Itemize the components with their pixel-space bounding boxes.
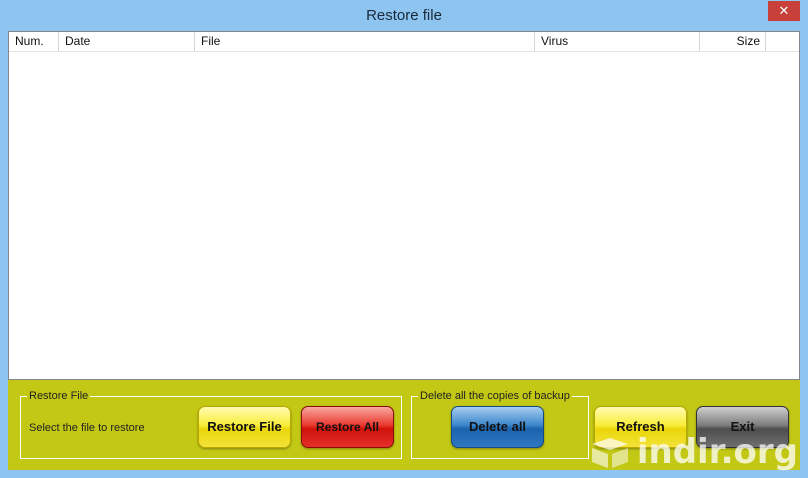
watermark-logo-icon bbox=[592, 438, 628, 468]
backup-file-list[interactable]: Num. Date File Virus Size bbox=[8, 31, 800, 380]
client-area: Num. Date File Virus Size Restore File S… bbox=[8, 31, 800, 470]
title-bar[interactable]: Restore file ✕ bbox=[0, 0, 808, 31]
restore-file-window: Restore file ✕ Num. Date File Virus Size… bbox=[0, 0, 808, 478]
column-header-num[interactable]: Num. bbox=[9, 32, 59, 51]
watermark-text: indir.org bbox=[636, 432, 798, 472]
column-header-date[interactable]: Date bbox=[59, 32, 195, 51]
restore-file-button[interactable]: Restore File bbox=[198, 406, 291, 448]
delete-all-button[interactable]: Delete all bbox=[451, 406, 544, 448]
close-icon: ✕ bbox=[778, 3, 790, 18]
column-header-virus[interactable]: Virus bbox=[535, 32, 700, 51]
window-title: Restore file bbox=[366, 7, 442, 24]
list-body[interactable] bbox=[9, 52, 799, 379]
restore-all-button[interactable]: Restore All bbox=[301, 406, 394, 448]
restore-hint: Select the file to restore bbox=[29, 422, 145, 434]
column-header-size[interactable]: Size bbox=[700, 32, 766, 51]
column-header-file[interactable]: File bbox=[195, 32, 535, 51]
delete-backup-group-label: Delete all the copies of backup bbox=[418, 389, 572, 403]
close-button[interactable]: ✕ bbox=[768, 1, 800, 21]
list-header: Num. Date File Virus Size bbox=[9, 32, 799, 52]
restore-file-group-label: Restore File bbox=[27, 389, 91, 403]
